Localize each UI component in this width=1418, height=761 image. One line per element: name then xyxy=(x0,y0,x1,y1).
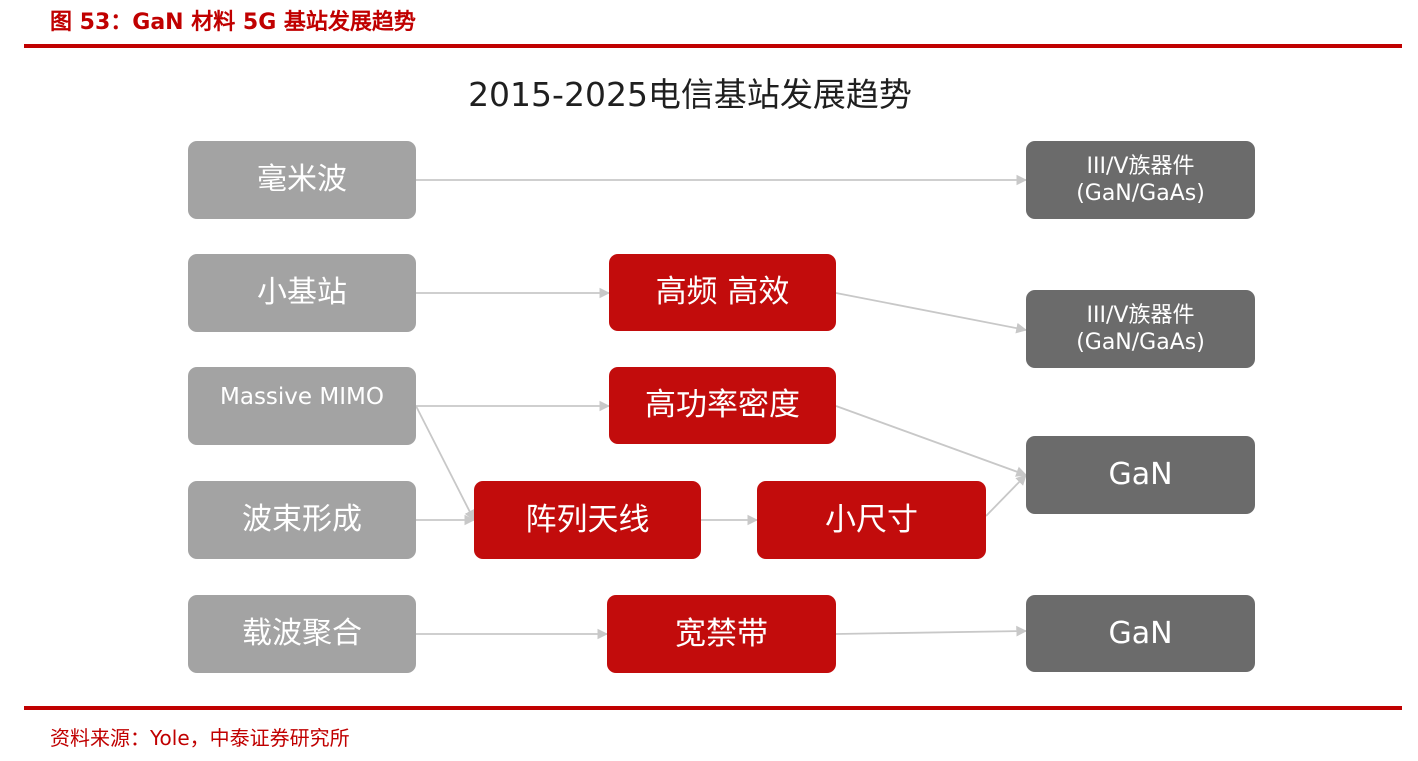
node-small-cell: 小基站 xyxy=(188,254,416,332)
node-small-size: 小尺寸 xyxy=(757,481,986,559)
arrow-powerdensity-to-gan xyxy=(835,405,1028,477)
node-iii-v-devices-1: III/V族器件 (GaN/GaAs) xyxy=(1026,141,1255,219)
node-high-freq-efficiency: 高频 高效 xyxy=(609,254,836,331)
node-massive-mimo: Massive MIMO xyxy=(188,367,416,445)
node-array-antenna: 阵列天线 xyxy=(474,481,701,559)
arrow-highfreq-to-iiiv xyxy=(835,292,1028,334)
node-mmwave: 毫米波 xyxy=(188,141,416,219)
source-note: 资料来源：Yole，中泰证券研究所 xyxy=(50,726,350,750)
arrow-widebandgap-to-gan xyxy=(835,625,1028,637)
node-gan-1: GaN xyxy=(1026,436,1255,514)
node-high-power-density: 高功率密度 xyxy=(609,367,836,444)
arrow-smallsize-to-gan xyxy=(985,474,1027,517)
arrow-mimo-to-array xyxy=(415,405,475,521)
node-wide-bandgap: 宽禁带 xyxy=(607,595,836,673)
node-gan-2: GaN xyxy=(1026,595,1255,672)
node-beamforming: 波束形成 xyxy=(188,481,416,559)
node-carrier-aggregation: 载波聚合 xyxy=(188,595,416,673)
bottom-divider xyxy=(24,706,1402,710)
node-iii-v-devices-2: III/V族器件 (GaN/GaAs) xyxy=(1026,290,1255,368)
